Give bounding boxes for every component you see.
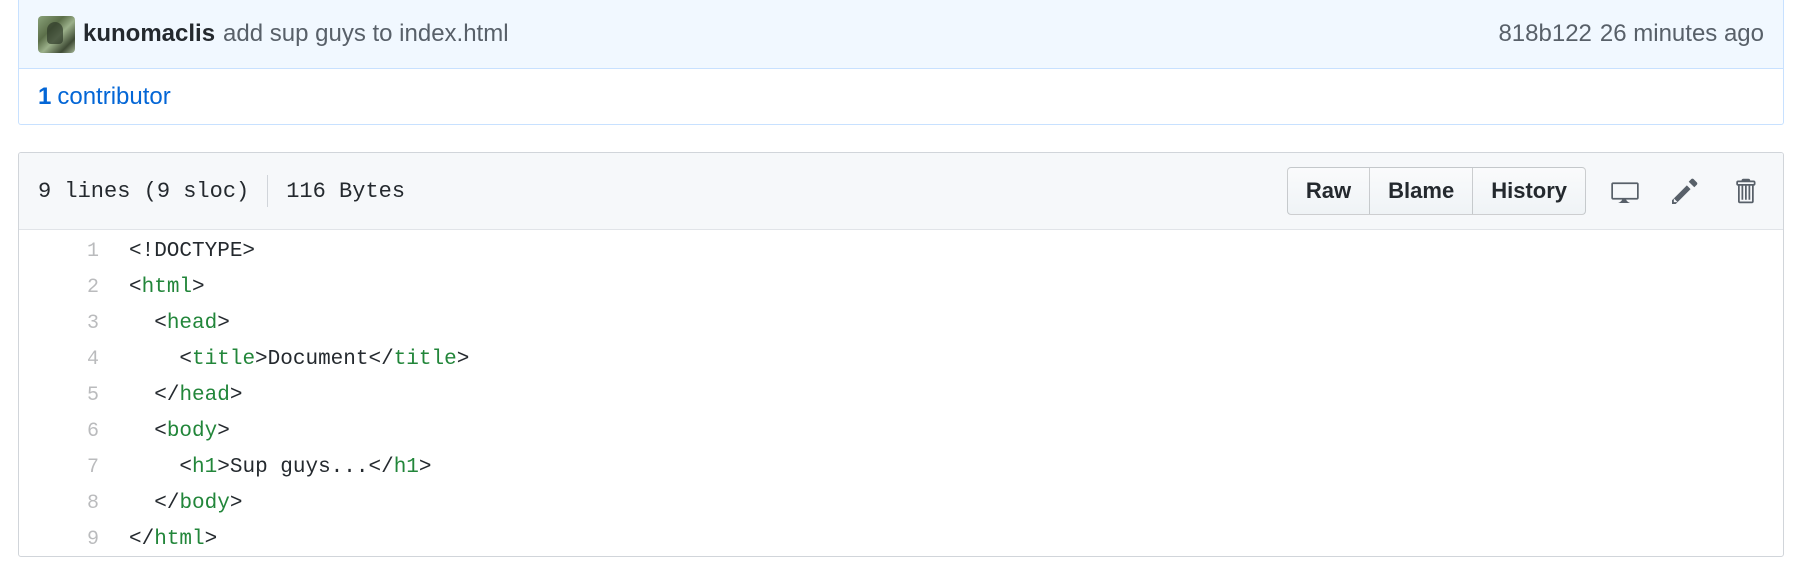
code-content: <head> (111, 305, 469, 341)
desktop-icon[interactable] (1610, 176, 1640, 206)
line-number[interactable]: 5 (19, 377, 111, 413)
code-content: </html> (111, 521, 469, 556)
code-punct: > (204, 527, 218, 551)
code-line: 5 </head> (19, 377, 469, 413)
code-line: 2 <html> (19, 269, 469, 305)
code-punct: > (217, 419, 230, 443)
code-line: 3 <head> (19, 305, 469, 341)
file-header: 9 lines (9 sloc) 116 Bytes Raw Blame His… (19, 153, 1783, 230)
code-punct: < (179, 347, 193, 371)
file-info-divider (267, 175, 269, 207)
author-avatar[interactable] (38, 15, 75, 53)
code-line: 1 <!DOCTYPE> (19, 233, 469, 269)
line-number[interactable]: 7 (19, 449, 111, 485)
code-punct: > (229, 491, 243, 515)
code-body: 1 <!DOCTYPE> 2 <html> 3 <head> 4 <title>Docum… (19, 233, 469, 556)
code-tag: title (192, 347, 256, 371)
commit-meta: 818b122 26 minutes ago (1498, 20, 1764, 48)
line-number[interactable]: 6 (19, 413, 111, 449)
code-tag: head (179, 383, 230, 407)
file-tool-icons (1610, 176, 1760, 206)
pencil-icon[interactable] (1670, 176, 1700, 206)
code-punct: > (229, 383, 243, 407)
code-punct: > (217, 311, 230, 335)
line-number[interactable]: 9 (19, 521, 111, 556)
code-punct: > (418, 455, 432, 479)
code-content: <body> (111, 413, 469, 449)
code-punct: <!DOCTYPE> (129, 239, 256, 263)
contributors-count: 1 (38, 82, 52, 110)
code-tag: body (166, 419, 218, 443)
code-line: 7 <h1>Sup guys...</h1> (19, 449, 469, 485)
file-line-count: 9 lines (9 sloc) (38, 178, 250, 204)
line-number[interactable]: 2 (19, 269, 111, 305)
code-content: <h1>Sup guys...</h1> (111, 449, 469, 485)
code-content: </body> (111, 485, 469, 521)
code-punct: </ (129, 527, 155, 551)
line-number[interactable]: 1 (19, 233, 111, 269)
code-line: 6 <body> (19, 413, 469, 449)
code-tag: h1 (192, 455, 218, 479)
line-number[interactable]: 4 (19, 341, 111, 377)
code-text: Sup guys...</ (229, 455, 394, 479)
blame-button[interactable]: Blame (1370, 167, 1474, 215)
code-content: <html> (111, 269, 469, 305)
contributors-label: contributor (57, 82, 171, 110)
code-table: 1 <!DOCTYPE> 2 <html> 3 <head> 4 <title>Docum… (19, 233, 469, 556)
commit-time: 26 minutes ago (1599, 20, 1764, 47)
file-actions-group: Raw Blame History (1286, 167, 1586, 215)
code-tag: body (179, 491, 230, 515)
commit-message-link[interactable]: add sup guys to index.html (223, 20, 509, 48)
code-line: 9 </html> (19, 521, 469, 556)
code-punct: </ (154, 491, 180, 515)
code-punct: < (129, 275, 142, 299)
line-number[interactable]: 8 (19, 485, 111, 521)
code-line: 8 </body> (19, 485, 469, 521)
code-punct: > (217, 455, 230, 479)
code-punct: < (154, 311, 167, 335)
code-content: <!DOCTYPE> (111, 233, 469, 269)
trashcan-icon[interactable] (1730, 176, 1760, 206)
code-punct: < (179, 455, 193, 479)
contributors-bar: 1 contributor (19, 69, 1783, 124)
code-punct: > (192, 275, 205, 299)
code-tag: html (141, 275, 193, 299)
raw-button[interactable]: Raw (1286, 167, 1371, 215)
code-punct: < (154, 419, 167, 443)
history-button[interactable]: History (1473, 167, 1586, 215)
code-tag: title (393, 347, 457, 371)
commit-author-link[interactable]: kunomaclis (83, 20, 215, 48)
code-tag: h1 (393, 455, 419, 479)
commit-tease: kunomaclis add sup guys to index.html 81… (18, 0, 1784, 125)
code-punct: </ (154, 383, 180, 407)
latest-commit-bar: kunomaclis add sup guys to index.html 81… (19, 0, 1783, 69)
code-text: Document</ (267, 347, 394, 371)
contributors-link[interactable]: 1 contributor (38, 83, 171, 111)
file-size: 116 Bytes (286, 178, 406, 204)
code-content: <title>Document</title> (111, 341, 469, 377)
code-punct: > (255, 347, 268, 371)
code-punct: > (456, 347, 470, 371)
code-tag: head (166, 311, 218, 335)
code-content: </head> (111, 377, 469, 413)
code-line: 4 <title>Document</title> (19, 341, 469, 377)
code-tag: html (154, 527, 205, 551)
file-box: 9 lines (9 sloc) 116 Bytes Raw Blame His… (18, 152, 1784, 557)
line-number[interactable]: 3 (19, 305, 111, 341)
commit-sha-link[interactable]: 818b122 (1498, 20, 1591, 48)
